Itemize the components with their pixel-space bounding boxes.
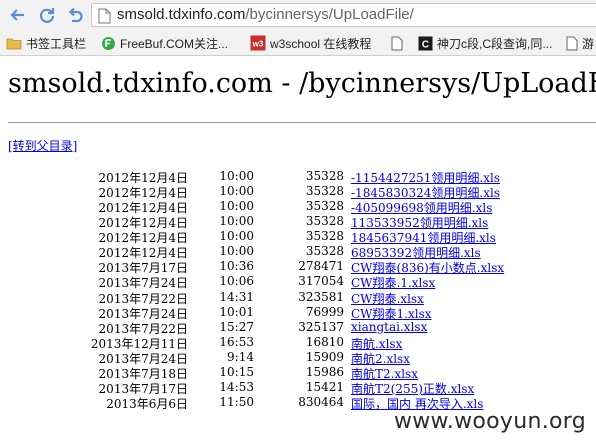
- bookmark-w3school[interactable]: w3 w3school 在线教程: [250, 34, 371, 52]
- file-time: 10:01: [219, 304, 254, 319]
- file-time: 15:27: [219, 319, 254, 334]
- bookmark-freebuf[interactable]: FreeBuf.COM关注...: [101, 34, 228, 52]
- file-size: 35328: [305, 214, 344, 229]
- bookmark-more[interactable]: 游: [566, 34, 594, 52]
- file-size: 35328: [305, 229, 344, 244]
- file-row: 2012年12月4日 10:00 35328 1845637941领用明细.xls: [0, 229, 596, 245]
- file-row: 2012年12月4日 10:00 35328 -1845830324领用明细.xls: [0, 184, 596, 200]
- bookmark-folder-toolbar[interactable]: 书签工具栏: [6, 34, 86, 52]
- file-time: 10:00: [219, 229, 254, 244]
- bookmark-label: w3school 在线教程: [270, 36, 372, 51]
- file-row: 2013年7月24日 10:06 317054 CW翔泰.1.xlsx: [0, 274, 596, 290]
- file-time: 10:00: [219, 244, 254, 259]
- file-row: 2013年7月24日 10:01 76999 CW翔泰1.xlsx: [0, 304, 596, 321]
- file-row: 2013年7月24日 9:14 15909 南航2.xlsx: [0, 349, 596, 366]
- file-size: 35328: [305, 184, 344, 199]
- shendao-icon: C: [418, 36, 433, 51]
- bookmarks-bar: 书签工具栏 FreeBuf.COM关注... w3 w3school 在线教程 …: [0, 30, 596, 56]
- url-host: smsold.tdxinfo.com: [117, 6, 246, 23]
- file-row: 2012年12月4日 10:00 35328 -1154427251领用明细.xls: [0, 169, 596, 185]
- file-time: 10:06: [219, 274, 254, 289]
- file-time: 16:53: [219, 334, 254, 349]
- file-time: 10:00: [219, 169, 254, 183]
- url-path: /bycinnersys/UpLoadFile/: [245, 6, 414, 23]
- file-size: 35328: [305, 169, 344, 183]
- browser-toolbar: smsold.tdxinfo.com/bycinnersys/UpLoadFil…: [0, 0, 596, 30]
- file-link[interactable]: xiangtai.xlsx: [351, 320, 427, 334]
- svg-text:w3: w3: [252, 40, 264, 49]
- watermark: www.wooyun.org: [393, 409, 586, 434]
- file-time: 10:15: [219, 364, 254, 379]
- file-size: 76999: [305, 304, 344, 319]
- file-row: 2013年7月22日 14:31 323581 CW翔泰.xlsx: [0, 289, 596, 306]
- page-title: smsold.tdxinfo.com - /bycinnersys/UpLoad…: [8, 68, 596, 99]
- parent-directory-link[interactable]: [转到父目录]: [8, 137, 77, 154]
- undo-icon: [68, 7, 83, 23]
- file-row: 2013年7月17日 14:53 15421 南航T2(255)正数.xlsx: [0, 379, 596, 396]
- arrow-left-icon: [10, 9, 24, 21]
- url-text[interactable]: smsold.tdxinfo.com/bycinnersys/UpLoadFil…: [117, 6, 414, 23]
- file-row: 2012年12月4日 10:00 35328 113533952领用明细.xls: [0, 214, 596, 230]
- file-time: 10:36: [219, 259, 254, 274]
- file-row: 2012年12月4日 10:00 35328 -405099698领用明细.xls: [0, 199, 596, 215]
- svg-text:C: C: [422, 39, 429, 50]
- file-size: 278471: [298, 259, 344, 274]
- file-time: 10:00: [219, 199, 254, 214]
- bookmark-label: 游: [582, 36, 595, 51]
- bookmark-label: 书签工具栏: [26, 36, 87, 51]
- file-listing: 2012年12月4日 10:00 35328 -1154427251领用明细.xls 2…: [0, 169, 596, 411]
- file-row: 2013年7月18日 10:15 15986 南航T2.xlsx: [0, 364, 596, 381]
- file-size: 16810: [305, 334, 344, 349]
- file-time: 10:00: [219, 184, 254, 199]
- file-size: 35328: [305, 244, 344, 259]
- folder-icon: [6, 37, 22, 50]
- file-date: 2013年6月6日: [106, 396, 188, 411]
- file-size: 15909: [305, 349, 344, 364]
- reload-button[interactable]: [37, 5, 57, 25]
- page-content: smsold.tdxinfo.com - /bycinnersys/UpLoad…: [0, 56, 596, 448]
- divider: [8, 122, 596, 123]
- file-size: 830464: [298, 394, 344, 409]
- bookmark-label: 神刀c段,C段查询,同...: [437, 36, 553, 51]
- file-time: 9:14: [227, 349, 254, 364]
- reload-icon: [39, 8, 55, 23]
- file-size: 15986: [305, 364, 344, 379]
- undo-button[interactable]: [65, 5, 85, 25]
- freebuf-icon: [101, 36, 116, 51]
- file-size: 317054: [298, 274, 344, 289]
- file-row: 2013年7月22日 15:27 325137 xiangtai.xlsx: [0, 319, 596, 336]
- file-time: 10:00: [219, 214, 254, 229]
- address-bar[interactable]: smsold.tdxinfo.com/bycinnersys/UpLoadFil…: [91, 3, 596, 27]
- file-time: 14:53: [219, 379, 254, 394]
- file-row: 2013年7月17日 10:36 278471 CW翔泰(836)有小数点.xlsx: [0, 259, 596, 275]
- file-row: 2013年12月11日 16:53 16810 南航.xlsx: [0, 334, 596, 351]
- bookmark-page[interactable]: [391, 34, 407, 52]
- page-icon: [98, 8, 111, 28]
- file-row: 2013年6月6日 11:50 830464 国际，国内 再次导入.xls: [0, 394, 596, 411]
- file-size: 323581: [298, 289, 344, 304]
- bookmark-label: FreeBuf.COM关注...: [120, 36, 229, 51]
- w3school-icon: w3: [250, 35, 266, 51]
- file-size: 35328: [305, 199, 344, 214]
- page-icon: [391, 36, 403, 51]
- back-button[interactable]: [8, 5, 28, 25]
- file-time: 11:50: [219, 394, 254, 409]
- file-size: 325137: [298, 319, 344, 334]
- page-icon: [566, 36, 578, 51]
- bookmark-shendao[interactable]: C 神刀c段,C段查询,同...: [418, 34, 552, 52]
- file-row: 2012年12月4日 10:00 35328 68953392领用明细.xls: [0, 244, 596, 260]
- file-time: 14:31: [219, 289, 254, 304]
- file-size: 15421: [305, 379, 344, 394]
